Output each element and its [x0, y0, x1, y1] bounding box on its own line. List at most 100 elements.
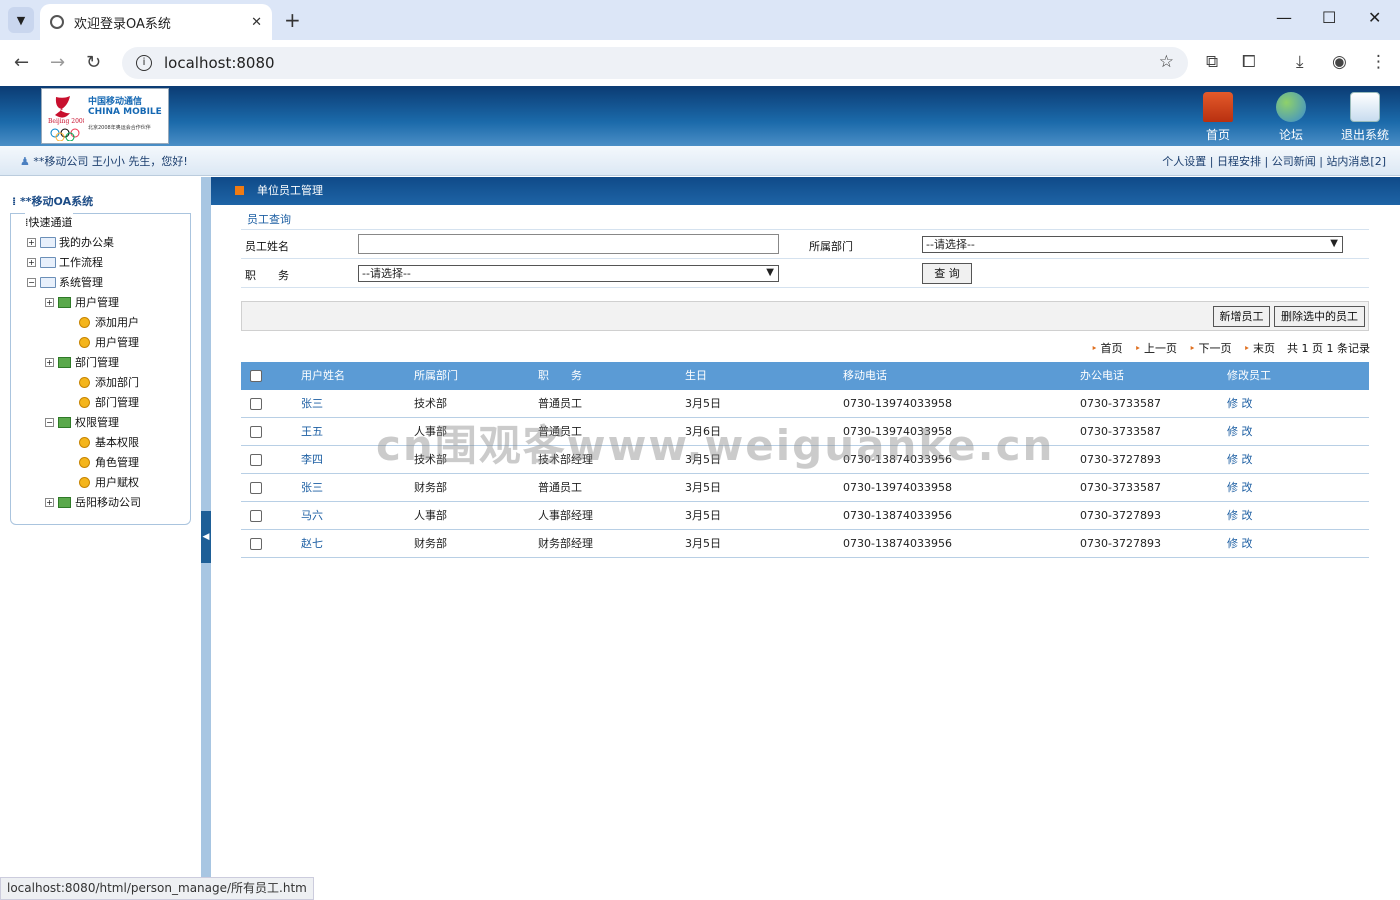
- back-icon[interactable]: ←: [14, 52, 29, 73]
- post-select[interactable]: --请选择-- ▼: [358, 265, 779, 282]
- employee-name-link[interactable]: 赵七: [301, 530, 323, 558]
- tree-item-label: 用户管理: [95, 336, 139, 349]
- cast-icon[interactable]: ⧉: [1206, 52, 1218, 72]
- tree-node-item[interactable]: + 部门管理: [45, 352, 119, 372]
- pager-prev[interactable]: 上一页: [1135, 340, 1177, 356]
- link-personal-settings[interactable]: 个人设置: [1162, 155, 1206, 168]
- tree-leaf-item[interactable]: 添加用户: [79, 312, 139, 332]
- collapse-sidebar-icon[interactable]: ◀: [201, 511, 211, 563]
- tree-node-item[interactable]: ⁞ 快速通道: [25, 212, 73, 232]
- edit-employee-link[interactable]: 修 改: [1227, 390, 1253, 418]
- link-schedule[interactable]: 日程安排: [1217, 155, 1261, 168]
- table-header: 用户姓名 所属部门 职 务 生日 移动电话 办公电话 修改员工: [241, 362, 1369, 390]
- collapse-icon[interactable]: −: [45, 417, 54, 427]
- expand-icon[interactable]: +: [45, 497, 54, 507]
- table-row: 王五 人事部 普通员工 3月6日 0730-13974033958 0730-373358…: [241, 418, 1369, 446]
- sidebar-splitter[interactable]: ◀: [201, 177, 211, 900]
- tree-node-item[interactable]: − 系统管理: [27, 272, 103, 292]
- expand-icon[interactable]: +: [45, 297, 54, 307]
- pager-next[interactable]: 下一页: [1189, 340, 1232, 356]
- reload-icon[interactable]: ↻: [86, 52, 101, 73]
- table-row: 张三 财务部 普通员工 3月5日 0730-13974033958 0730-373358…: [241, 474, 1369, 502]
- expand-icon[interactable]: +: [27, 237, 36, 247]
- tree-leaf-item[interactable]: 基本权限: [79, 432, 139, 452]
- edit-employee-link[interactable]: 修 改: [1227, 418, 1253, 446]
- employee-name-link[interactable]: 张三: [301, 474, 323, 502]
- minimize-icon[interactable]: —: [1276, 8, 1292, 27]
- close-tab-icon[interactable]: ✕: [251, 15, 262, 30]
- extensions-icon[interactable]: ⧠: [1242, 52, 1256, 72]
- address-bar[interactable]: i localhost:8080 ☆: [122, 47, 1188, 79]
- tree-leaf-item[interactable]: 用户赋权: [79, 472, 139, 492]
- row-checkbox[interactable]: [250, 454, 262, 466]
- nav-tree: ⁞ 快速通道 + 我的办公桌 + 工作流程 − 系统管理 + 用户管理 添加用户 用户管理 + 部门管理…: [10, 212, 191, 525]
- profile-icon[interactable]: ◉: [1332, 52, 1347, 72]
- row-checkbox[interactable]: [250, 398, 262, 410]
- new-tab-icon[interactable]: +: [284, 8, 301, 32]
- browser-tab[interactable]: 欢迎登录OA系统 ✕: [40, 4, 272, 40]
- row-checkbox[interactable]: [250, 426, 262, 438]
- link-messages[interactable]: 站内消息[2]: [1326, 155, 1386, 168]
- name-input[interactable]: [358, 234, 779, 254]
- download-icon[interactable]: ⤓: [1296, 52, 1304, 72]
- add-employee-button[interactable]: 新增员工: [1213, 306, 1270, 327]
- cell-mobile: 0730-13974033958: [843, 425, 952, 438]
- row-checkbox[interactable]: [250, 510, 262, 522]
- employee-name-link[interactable]: 张三: [301, 390, 323, 418]
- tree-node-item[interactable]: + 工作流程: [27, 252, 103, 272]
- row-checkbox[interactable]: [250, 482, 262, 494]
- home-nav-button[interactable]: 首页: [1183, 92, 1253, 143]
- exit-icon: [1350, 92, 1380, 122]
- expand-icon[interactable]: +: [45, 357, 54, 367]
- employee-name-link[interactable]: 李四: [301, 446, 323, 474]
- edit-employee-link[interactable]: 修 改: [1227, 502, 1253, 530]
- delete-selected-button[interactable]: 删除选中的员工: [1274, 306, 1365, 327]
- col-header-name[interactable]: 用户姓名: [301, 362, 345, 390]
- more-menu-icon[interactable]: ⋮: [1370, 52, 1387, 72]
- pager-first[interactable]: 首页: [1091, 340, 1123, 356]
- tab-search-button[interactable]: ▼: [8, 7, 34, 33]
- dept-select[interactable]: --请选择-- ▼: [922, 236, 1343, 253]
- col-header-office[interactable]: 办公电话: [1080, 362, 1124, 390]
- greeting-text: **移动公司 王小小 先生，您好!: [33, 155, 188, 168]
- expand-icon[interactable]: +: [27, 257, 36, 267]
- cell-mobile: 0730-13874033956: [843, 509, 952, 522]
- col-header-post[interactable]: 职 务: [538, 362, 582, 390]
- col-header-birthday[interactable]: 生日: [685, 362, 707, 390]
- status-bar-url: localhost:8080/html/person_manage/所有员工.h…: [0, 877, 314, 900]
- link-company-news[interactable]: 公司新闻: [1272, 155, 1316, 168]
- edit-employee-link[interactable]: 修 改: [1227, 446, 1253, 474]
- action-toolbar: 新增员工 删除选中的员工: [241, 301, 1369, 331]
- edit-employee-link[interactable]: 修 改: [1227, 474, 1253, 502]
- edit-employee-link[interactable]: 修 改: [1227, 530, 1253, 558]
- employee-name-link[interactable]: 王五: [301, 418, 323, 446]
- col-header-mobile[interactable]: 移动电话: [843, 362, 887, 390]
- tree-node-item[interactable]: + 用户管理: [45, 292, 119, 312]
- tree-leaf-item[interactable]: 角色管理: [79, 452, 139, 472]
- bookmark-star-icon[interactable]: ☆: [1159, 52, 1174, 72]
- cell-birthday: 3月5日: [685, 397, 721, 410]
- tree-leaf-item[interactable]: 用户管理: [79, 332, 139, 352]
- tree-node-item[interactable]: − 权限管理: [45, 412, 119, 432]
- select-all-checkbox[interactable]: [250, 370, 262, 382]
- forward-icon[interactable]: →: [50, 52, 65, 73]
- forum-nav-button[interactable]: 论坛: [1256, 92, 1326, 143]
- pager-last[interactable]: 末页: [1244, 340, 1275, 356]
- col-header-dept[interactable]: 所属部门: [414, 362, 458, 390]
- cell-dept: 财务部: [414, 481, 447, 494]
- maximize-icon[interactable]: ☐: [1322, 8, 1336, 27]
- employee-name-link[interactable]: 马六: [301, 502, 323, 530]
- group-icon: [58, 296, 71, 308]
- search-button[interactable]: 查 询: [922, 263, 972, 284]
- tree-node-item[interactable]: + 岳阳移动公司: [45, 492, 141, 512]
- tree-leaf-item[interactable]: 添加部门: [79, 372, 139, 392]
- row-checkbox[interactable]: [250, 538, 262, 550]
- collapse-icon[interactable]: −: [27, 277, 36, 287]
- tree-node-item[interactable]: + 我的办公桌: [27, 232, 114, 252]
- close-window-icon[interactable]: ✕: [1368, 8, 1381, 27]
- site-info-icon[interactable]: i: [136, 55, 152, 71]
- query-title: 员工查询: [241, 207, 1369, 230]
- cell-dept: 人事部: [414, 425, 447, 438]
- exit-nav-button[interactable]: 退出系统: [1330, 92, 1400, 143]
- tree-leaf-item[interactable]: 部门管理: [79, 392, 139, 412]
